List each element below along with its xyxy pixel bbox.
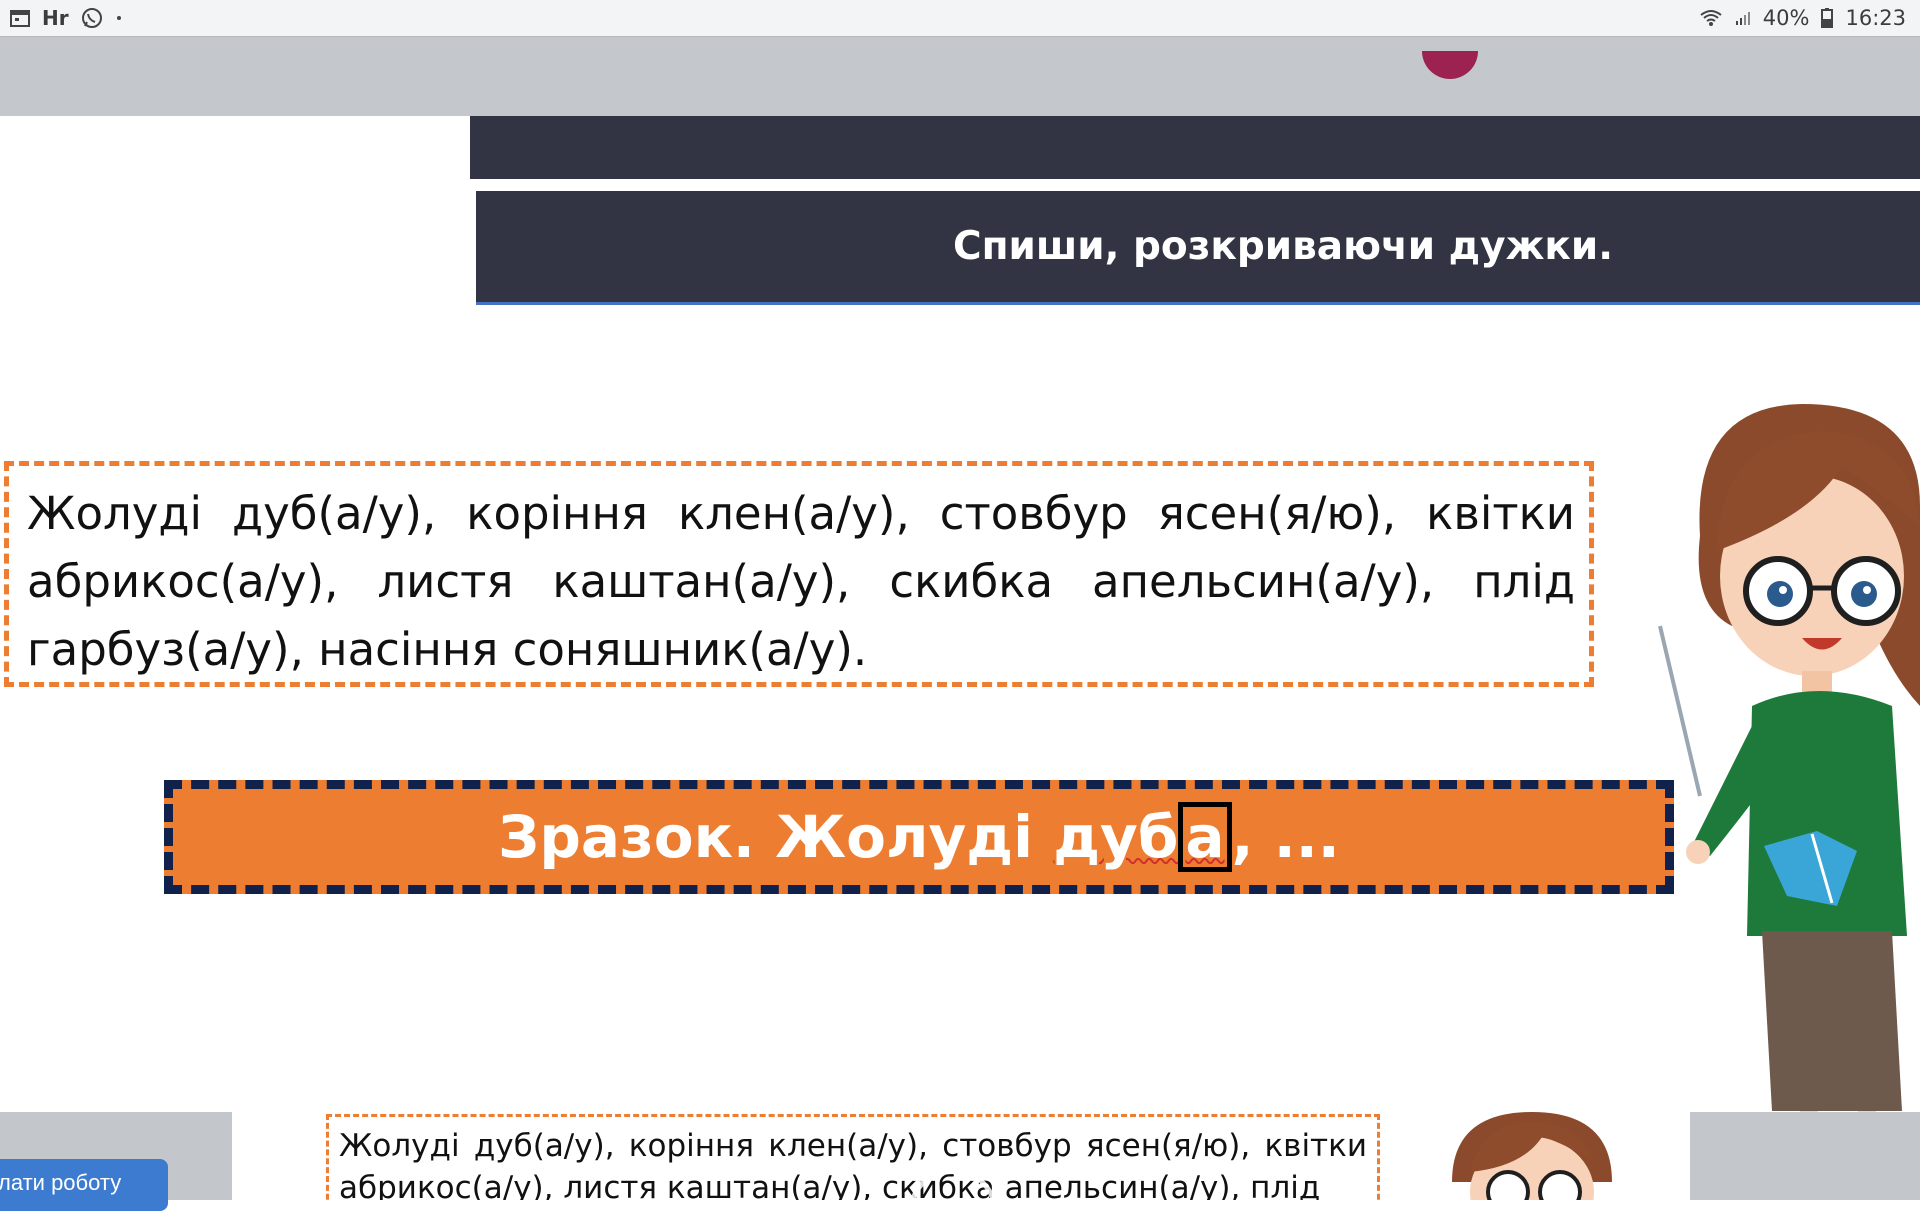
slide-title: Спиши, розкриваючи дужки. bbox=[952, 224, 1614, 269]
skirt bbox=[1762, 931, 1902, 1111]
thumbnail-teacher-illustration bbox=[1432, 1112, 1632, 1200]
battery-percent: 40% bbox=[1762, 6, 1810, 30]
calendar-icon bbox=[10, 9, 30, 27]
thumbnail-exercise-box: Жолуді дуб(а/у), коріння клен(а/у), стов… bbox=[326, 1114, 1380, 1200]
sample-prefix: Зразок. Жолуді bbox=[498, 802, 1054, 871]
clock-time: 16:23 bbox=[1845, 6, 1906, 30]
sample-word-stem: дуб bbox=[1053, 802, 1179, 871]
slide-title-banner: Спиши, розкриваючи дужки. bbox=[476, 191, 1920, 305]
bottom-preview-strip: Жолуді дуб(а/у), коріння клен(а/у), стов… bbox=[0, 1112, 1920, 1200]
hr-app-icon: Hr bbox=[42, 6, 69, 30]
wifi-icon bbox=[1699, 9, 1723, 27]
avatar[interactable] bbox=[1422, 51, 1478, 79]
battery-icon bbox=[1821, 8, 1834, 28]
exercise-text: Жолуді дуб(а/у), коріння клен(а/у), стов… bbox=[27, 487, 1575, 676]
slide-view: Спиши, розкриваючи дужки. Жолуді дуб(а/у… bbox=[0, 116, 1920, 1112]
pointer-stick bbox=[1658, 625, 1702, 797]
status-bar-left: Hr bbox=[10, 6, 123, 30]
sample-box: Зразок. Жолуді дуб а, ... bbox=[164, 780, 1674, 894]
teacher-illustration bbox=[1658, 404, 1920, 1112]
sample-suffix: , ... bbox=[1231, 802, 1340, 871]
slide-thumbnail[interactable]: Жолуді дуб(а/у), коріння клен(а/у), стов… bbox=[232, 1112, 1690, 1200]
slide-header-bar bbox=[470, 116, 1920, 179]
toolbar bbox=[0, 36, 1920, 117]
dot-icon bbox=[115, 14, 123, 22]
exercise-box: Жолуді дуб(а/у), коріння клен(а/у), стов… bbox=[4, 461, 1594, 687]
viber-icon bbox=[81, 7, 103, 29]
signal-icon bbox=[1735, 10, 1751, 26]
status-bar: Hr 40% 16:23 bbox=[0, 0, 1920, 36]
status-bar-right: 40% 16:23 bbox=[1699, 6, 1906, 30]
sample-highlighted-letter: а bbox=[1178, 801, 1232, 873]
submit-work-button[interactable]: лати роботу bbox=[0, 1159, 168, 1211]
thumbnail-exercise-text: Жолуді дуб(а/у), коріння клен(а/у), стов… bbox=[339, 1128, 1367, 1200]
sample-text: Зразок. Жолуді дуб а, ... bbox=[498, 801, 1340, 873]
